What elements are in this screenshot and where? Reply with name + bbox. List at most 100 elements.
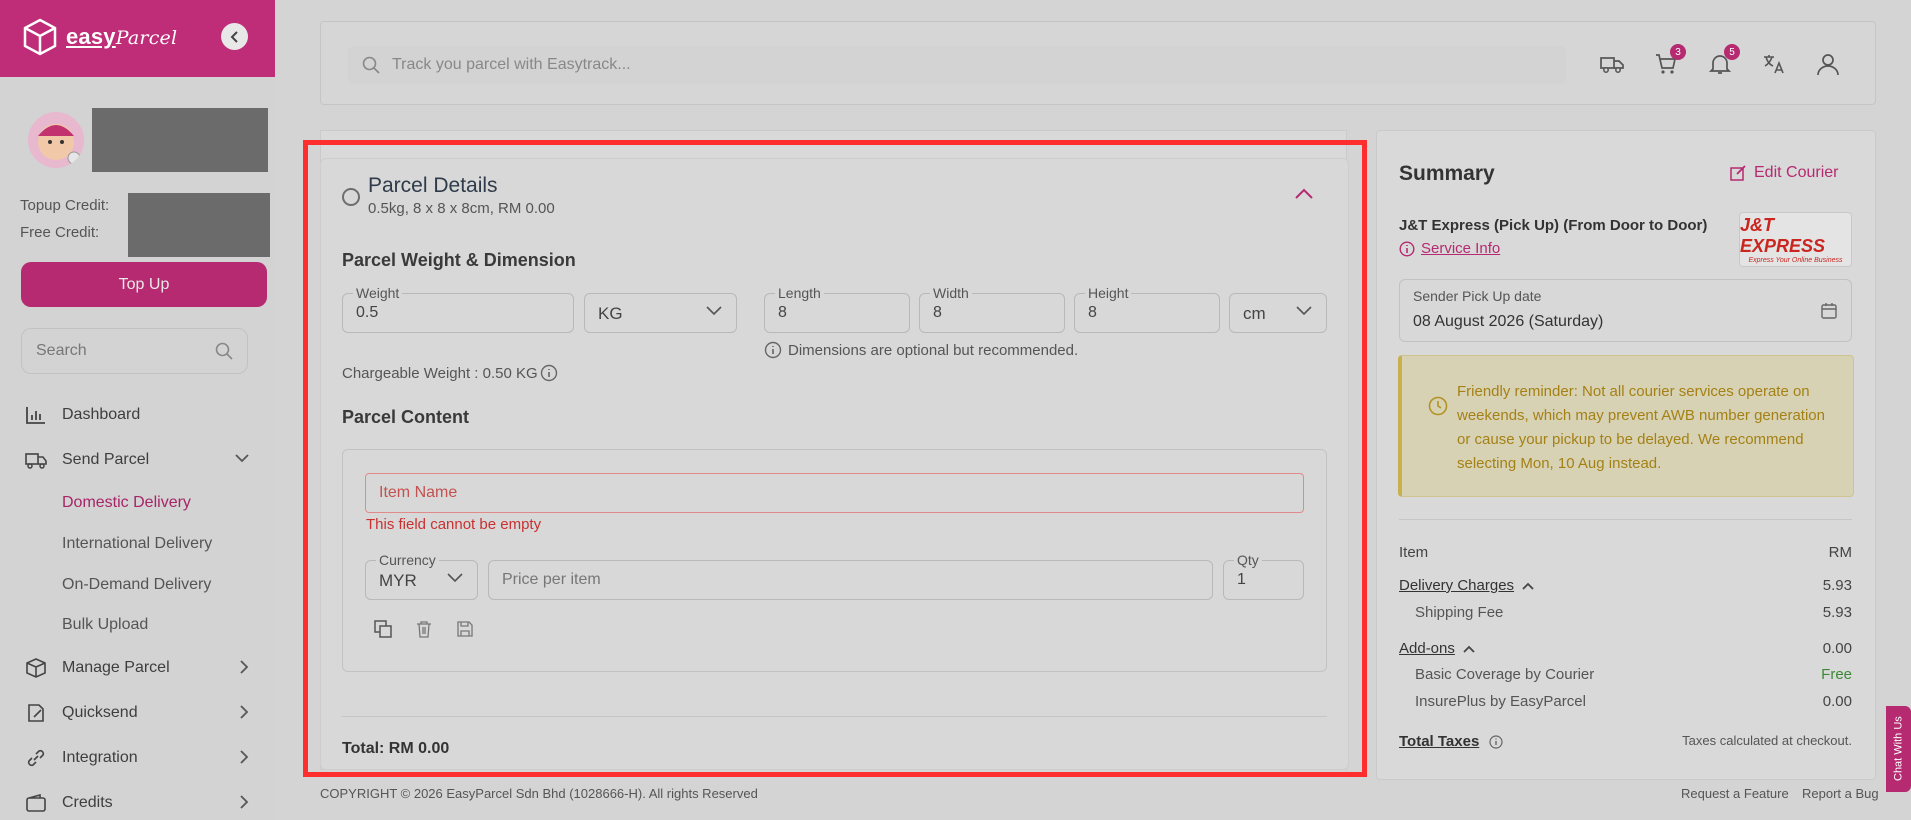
- chevron-up-icon: [1522, 582, 1534, 590]
- shipping-fee-label: Shipping Fee: [1415, 604, 1504, 621]
- item-name-input[interactable]: Item Name: [365, 473, 1304, 513]
- delivery-charges-value: 5.93: [1822, 577, 1852, 594]
- nav-send-parcel[interactable]: Send Parcel: [24, 449, 249, 471]
- sidebar-header: easyParcel: [0, 0, 275, 77]
- width-value: 8: [933, 304, 942, 321]
- weight-value: 0.5: [356, 304, 379, 321]
- item-name-placeholder: Item Name: [379, 484, 458, 501]
- track-placeholder: Track you parcel with Easytrack...: [392, 56, 631, 73]
- pickup-date-value: 08 August 2026 (Saturday): [1413, 313, 1604, 330]
- info-icon[interactable]: [540, 364, 558, 382]
- sub-nav-bulk-upload[interactable]: Bulk Upload: [62, 616, 148, 634]
- nav-label: Credits: [62, 794, 113, 811]
- height-value: 8: [1088, 304, 1097, 321]
- reminder-text: Friendly reminder: Not all courier servi…: [1457, 383, 1825, 472]
- duplicate-icon[interactable]: [373, 619, 393, 639]
- track-parcel-input[interactable]: Track you parcel with Easytrack...: [348, 46, 1566, 84]
- weight-dimension-heading: Parcel Weight & Dimension: [342, 250, 576, 270]
- delivery-charges-toggle[interactable]: Delivery Charges: [1399, 577, 1534, 594]
- quantity-input[interactable]: Qty 1: [1223, 552, 1304, 600]
- dimension-unit-select[interactable]: cm: [1229, 293, 1327, 333]
- sub-nav-on-demand-delivery[interactable]: On-Demand Delivery: [62, 576, 211, 594]
- sub-nav-domestic-delivery[interactable]: Domestic Delivery: [62, 494, 191, 512]
- sidebar-search-input[interactable]: Search: [21, 328, 248, 374]
- service-info-link[interactable]: Service Info: [1399, 240, 1500, 257]
- report-bug-link[interactable]: Report a Bug: [1802, 786, 1879, 801]
- divider: [342, 716, 1327, 717]
- chevron-up-icon[interactable]: [1295, 188, 1313, 199]
- pickup-date-input[interactable]: Sender Pick Up date 08 August 2026 (Satu…: [1399, 279, 1852, 342]
- brand-logo[interactable]: easyParcel: [22, 18, 177, 56]
- height-label: Height: [1085, 285, 1132, 301]
- weight-label: Weight: [353, 285, 403, 301]
- chevron-right-icon: [240, 660, 249, 674]
- height-input[interactable]: Height 8: [1074, 285, 1220, 333]
- shipping-fee-value: 5.93: [1822, 604, 1852, 621]
- addons-label: Add-ons: [1399, 640, 1455, 657]
- request-feature-link[interactable]: Request a Feature: [1681, 786, 1789, 801]
- bell-icon[interactable]: 5: [1706, 44, 1740, 78]
- summary-title: Summary: [1399, 162, 1495, 185]
- total-taxes-label: Total Taxes: [1399, 733, 1480, 750]
- jt-express-logo: J&T EXPRESS Express Your Online Business: [1739, 212, 1852, 267]
- qty-value: 1: [1237, 571, 1246, 588]
- topup-credit-label: Topup Credit:: [20, 197, 110, 214]
- save-icon[interactable]: [455, 619, 475, 639]
- basic-coverage-row: Basic Coverage by Courier Free: [1399, 666, 1852, 683]
- chat-with-us-tab[interactable]: Chat With Us: [1886, 706, 1911, 792]
- truck-icon[interactable]: [1598, 50, 1626, 78]
- top-up-button[interactable]: Top Up: [21, 262, 267, 307]
- addons-toggle[interactable]: Add-ons: [1399, 640, 1475, 657]
- total-taxes-row: Total Taxes Taxes calculated at checkout…: [1399, 733, 1852, 750]
- top-bar: Track you parcel with Easytrack... 3 5: [320, 21, 1876, 105]
- nav-dashboard[interactable]: Dashboard: [24, 404, 249, 426]
- total-taxes[interactable]: Total Taxes: [1399, 733, 1503, 750]
- jt-logo-text: J&T EXPRESS: [1740, 215, 1826, 256]
- width-input[interactable]: Width 8: [919, 285, 1065, 333]
- redacted-credit-values: [128, 193, 270, 257]
- trash-icon[interactable]: [414, 619, 434, 639]
- info-icon: [1399, 240, 1415, 257]
- box-logo-icon: [23, 18, 57, 56]
- chargeable-weight: Chargeable Weight : 0.50 KG: [342, 364, 558, 382]
- chevron-right-icon: [240, 795, 249, 809]
- length-value: 8: [778, 304, 787, 321]
- delivery-charges-label: Delivery Charges: [1399, 577, 1515, 594]
- translate-icon[interactable]: [1760, 50, 1788, 78]
- dimension-hint: Dimensions are optional but recommended.: [764, 341, 1078, 359]
- edit-courier-label: Edit Courier: [1754, 164, 1839, 181]
- addons-value: 0.00: [1822, 640, 1852, 657]
- parcel-total: Total: RM 0.00: [342, 740, 450, 757]
- sub-nav-international-delivery[interactable]: International Delivery: [62, 535, 212, 553]
- nav-label: Send Parcel: [62, 451, 150, 468]
- user-icon[interactable]: [1814, 50, 1842, 78]
- chevron-left-icon: [230, 30, 238, 43]
- cart-icon[interactable]: 3: [1652, 44, 1686, 78]
- insureplus-label: InsurePlus by EasyParcel: [1415, 693, 1586, 710]
- nav-integration[interactable]: Integration: [24, 747, 249, 769]
- link-icon: [24, 747, 48, 769]
- currency-select[interactable]: Currency MYR: [365, 552, 478, 600]
- nav-quicksend[interactable]: Quicksend: [24, 702, 249, 724]
- parcel-details-title: Parcel Details: [368, 174, 498, 197]
- info-icon: [1489, 734, 1503, 749]
- collapse-sidebar-button[interactable]: [221, 23, 248, 50]
- parcel-details-radio[interactable]: [342, 188, 360, 206]
- dimension-hint-text: Dimensions are optional but recommended.: [788, 341, 1079, 359]
- chevron-right-icon: [240, 750, 249, 764]
- insureplus-row: InsurePlus by EasyParcel 0.00: [1399, 693, 1852, 710]
- length-label: Length: [775, 285, 824, 301]
- edit-courier-button[interactable]: Edit Courier: [1730, 164, 1838, 182]
- weight-input[interactable]: Weight 0.5: [342, 285, 574, 333]
- price-per-item-input[interactable]: Price per item: [488, 560, 1213, 600]
- nav-manage-parcel[interactable]: Manage Parcel: [24, 657, 249, 679]
- notification-badge: 5: [1724, 44, 1740, 60]
- wallet-icon: [24, 792, 48, 814]
- length-input[interactable]: Length 8: [764, 285, 910, 333]
- nav-credits[interactable]: Credits: [24, 792, 249, 814]
- avatar[interactable]: [28, 112, 84, 168]
- parcel-content-heading: Parcel Content: [342, 407, 470, 427]
- redacted-username: [92, 108, 268, 172]
- weight-unit-select[interactable]: KG: [584, 293, 737, 333]
- pickup-date-label: Sender Pick Up date: [1413, 288, 1542, 304]
